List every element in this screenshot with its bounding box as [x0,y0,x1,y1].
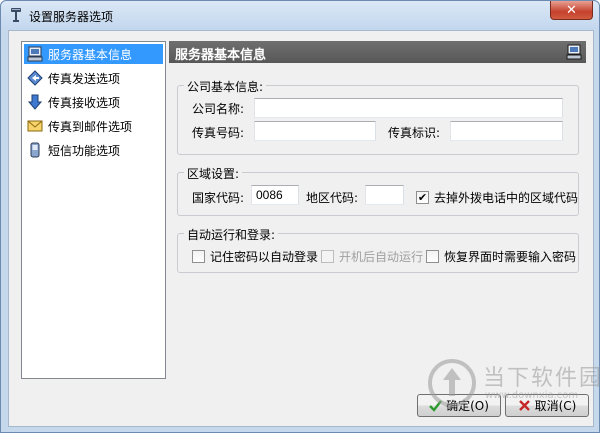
title-bar[interactable]: 设置服务器选项 ✕ [1,1,599,29]
close-button[interactable]: ✕ [550,1,593,20]
nav-item-label: 传真发送选项 [48,71,121,86]
company-name-input[interactable] [254,98,563,118]
strip-area-code-label: 去掉外拨电话中的区域代码 [434,191,579,205]
company-name-label: 公司名称: [192,102,245,116]
server-icon [566,44,582,60]
restore-password-checkbox[interactable]: 恢复界面时需要输入密码 [426,248,576,265]
autorun-login-legend: 自动运行和登录: [184,226,279,243]
nav-item-label: 传真接收选项 [48,95,121,110]
country-code-label: 国家代码: [192,191,245,205]
remember-password-label: 记住密码以自动登录 [210,250,319,264]
watermark-logo-icon [428,359,476,407]
panel-header: 服务器基本信息 [169,41,586,63]
fax-id-label: 传真标识: [388,126,441,140]
watermark-url: www.downxia.com [485,390,579,401]
fax-id-input[interactable] [450,121,563,141]
auto-start-label: 开机后自动运行 [339,250,424,264]
nav-item-label: 短信功能选项 [48,143,121,158]
nav-item-sms[interactable]: 短信功能选项 [24,140,163,160]
auto-start-checkbox[interactable]: 开机后自动运行 [321,248,423,265]
company-info-group: 公司基本信息: 公司名称: 传真号码: 传真标识: [177,78,579,155]
restore-password-label: 恢复界面时需要输入密码 [444,250,577,264]
panel-title: 服务器基本信息 [175,48,267,63]
nav-item-fax-send[interactable]: 传真发送选项 [24,68,163,88]
server-icon [27,46,43,62]
close-icon: ✕ [566,2,577,18]
nav-item-label: 服务器基本信息 [48,47,133,62]
watermark: 当下软件园 www.downxia.com [427,358,600,410]
nav-item-fax-receive[interactable]: 传真接收选项 [24,92,163,112]
fax-number-input[interactable] [254,121,376,141]
checkbox-unchecked-icon [192,250,205,263]
company-info-legend: 公司基本信息: [184,78,267,95]
fax-number-label: 传真号码: [192,126,245,140]
watermark-text: 当下软件园 [483,366,600,391]
remember-password-checkbox[interactable]: 记住密码以自动登录 [192,248,318,265]
nav-item-label: 传真到邮件选项 [48,119,133,134]
area-code-input[interactable] [365,185,404,205]
window-title: 设置服务器选项 [29,10,114,24]
settings-panel: 服务器基本信息 公司基本信息: 公司名称: 传真号码: 传真标识: 区域设置: … [169,41,586,379]
country-code-input[interactable] [251,185,299,205]
strip-area-code-checkbox[interactable]: ✔ 去掉外拨电话中的区域代码 [416,189,578,206]
fax-send-icon [27,70,43,86]
region-settings-group: 区域设置: 国家代码: 地区代码: ✔ 去掉外拨电话中的区域代码 [177,165,579,216]
checkbox-unchecked-icon [321,250,334,263]
region-settings-legend: 区域设置: [184,165,243,182]
area-code-label: 地区代码: [306,191,359,205]
fax-receive-icon [27,94,43,110]
checkbox-unchecked-icon [426,250,439,263]
autorun-login-group: 自动运行和登录: 记住密码以自动登录 开机后自动运行 恢复界面时需要输入密码 [177,226,579,273]
checkbox-checked-icon: ✔ [416,191,429,204]
envelope-icon [27,120,43,132]
options-nav-list: 服务器基本信息 传真发送选项 传真接收选项 传真到邮件选项 短信功能选项 [21,41,166,379]
app-icon [11,8,21,22]
nav-item-fax-to-email[interactable]: 传真到邮件选项 [24,116,163,136]
nav-item-server-basic-info[interactable]: 服务器基本信息 [24,44,163,64]
mobile-phone-icon [30,142,40,158]
dialog-window: 设置服务器选项 ✕ 服务器基本信息 传真发送选项 传真接收选项 传真到邮件选项 … [0,0,600,433]
